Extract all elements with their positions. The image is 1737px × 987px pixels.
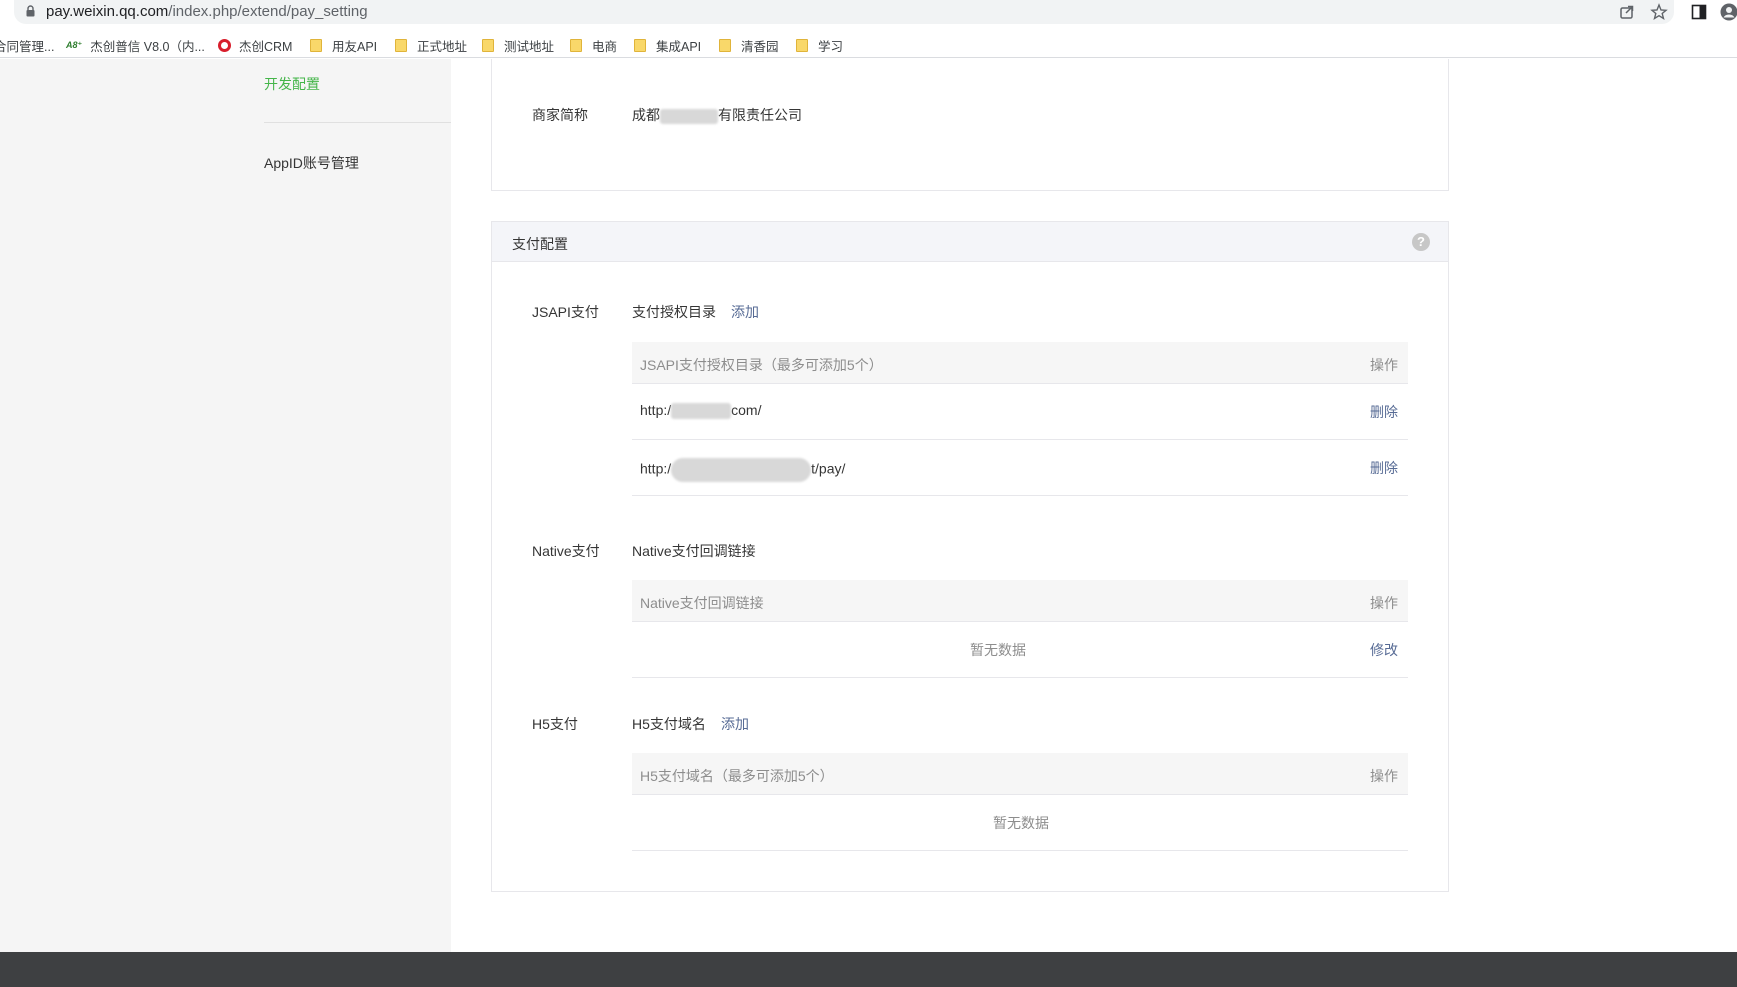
url-text[interactable]: pay.weixin.qq.com/index.php/extend/pay_s… xyxy=(46,3,368,20)
bookmark-label: 集成API xyxy=(656,40,702,54)
bookmark-label: 合同管理... xyxy=(0,40,55,54)
lock-icon xyxy=(26,5,35,17)
sidebar xyxy=(0,59,451,952)
a8-icon: A8⁺ xyxy=(66,40,83,50)
merchant-name-suffix: 有限责任公司 xyxy=(718,107,802,123)
column-header: JSAPI支付授权目录（最多可添加5个） xyxy=(640,357,883,373)
edit-link[interactable]: 修改 xyxy=(1370,640,1398,660)
help-icon[interactable]: ? xyxy=(1412,233,1430,251)
merchant-name-value: 成都 有限责任公司 xyxy=(632,105,802,125)
column-header-action: 操作 xyxy=(1370,595,1398,611)
delete-link[interactable]: 删除 xyxy=(1370,458,1398,478)
redacted-block xyxy=(671,458,812,482)
card-title: 支付配置 xyxy=(512,236,568,252)
jsapi-sub-label: 支付授权目录 xyxy=(632,304,716,320)
url-path: /index.php/extend/pay_setting xyxy=(168,3,368,20)
merchant-card xyxy=(491,59,1449,191)
bookmarks-bar: 合同管理... A8⁺ 杰创普信 V8.0（内... 杰创CRM 用友API 正式… xyxy=(0,30,1737,58)
bookmark-label: 杰创普信 V8.0（内... xyxy=(90,40,205,54)
merchant-name-prefix: 成都 xyxy=(632,107,660,123)
folder-icon xyxy=(482,39,494,52)
folder-icon xyxy=(310,39,322,52)
star-icon[interactable] xyxy=(1650,3,1668,21)
bookmark-label: 电商 xyxy=(592,40,618,54)
crm-icon xyxy=(218,39,231,52)
table-row: 暂无数据 xyxy=(632,795,1408,851)
h5-sub-label: H5支付域名 xyxy=(632,716,706,732)
bookmark-item[interactable]: A8⁺ 杰创普信 V8.0（内... xyxy=(66,36,205,55)
table-header: JSAPI支付授权目录（最多可添加5个） 操作 xyxy=(632,342,1408,384)
folder-icon xyxy=(395,39,407,52)
h5-add-link[interactable]: 添加 xyxy=(721,714,749,734)
table-row: http:/ t/pay/ 删除 xyxy=(632,440,1408,496)
side-panel-icon[interactable] xyxy=(1690,3,1708,21)
folder-icon xyxy=(570,39,582,52)
empty-text: 暂无数据 xyxy=(970,642,1026,658)
bookmark-label: 正式地址 xyxy=(417,40,468,54)
jsapi-directory: http:/ t/pay/ xyxy=(640,458,845,482)
bookmark-label: 杰创CRM xyxy=(239,40,293,54)
bookmark-item[interactable]: 用友API xyxy=(310,36,377,55)
merchant-name-label: 商家简称 xyxy=(532,107,588,123)
url-suffix: com/ xyxy=(731,402,762,418)
page-footer xyxy=(0,952,1737,987)
jsapi-add-link[interactable]: 添加 xyxy=(731,302,759,322)
native-label: Native支付 xyxy=(532,543,600,559)
column-header: Native支付回调链接 xyxy=(640,595,764,611)
sidebar-item-dev-config[interactable]: 开发配置 xyxy=(264,74,320,94)
jsapi-label: JSAPI支付 xyxy=(532,304,599,320)
url-prefix: http:/ xyxy=(640,402,672,418)
sidebar-divider xyxy=(264,122,451,123)
bookmark-label: 学习 xyxy=(818,40,844,54)
url-host: pay.weixin.qq.com xyxy=(46,3,169,20)
folder-icon xyxy=(796,39,808,52)
redacted-block xyxy=(671,403,732,420)
bookmark-item[interactable]: 合同管理... xyxy=(0,36,54,55)
jsapi-directory: http:/ com/ xyxy=(640,402,762,420)
table-row: 暂无数据 修改 xyxy=(632,622,1408,678)
sidebar-item-appid-management[interactable]: AppID账号管理 xyxy=(264,153,359,173)
table-header: Native支付回调链接 操作 xyxy=(632,580,1408,622)
bookmark-item[interactable]: 杰创CRM xyxy=(218,36,292,55)
bookmark-item[interactable]: 电商 xyxy=(570,36,617,55)
bookmark-label: 用友API xyxy=(332,40,378,54)
share-icon[interactable] xyxy=(1618,3,1636,21)
folder-icon xyxy=(634,39,646,52)
card-header: 支付配置 ? xyxy=(492,222,1448,262)
folder-icon xyxy=(719,39,731,52)
bookmark-item[interactable]: 正式地址 xyxy=(395,36,467,55)
delete-link[interactable]: 删除 xyxy=(1370,402,1398,422)
bookmark-item[interactable]: 测试地址 xyxy=(482,36,554,55)
redacted-block xyxy=(660,108,718,124)
url-prefix: http:/ xyxy=(640,460,672,477)
h5-label: H5支付 xyxy=(532,716,578,732)
bookmark-label: 清香园 xyxy=(741,40,779,54)
bookmark-label: 测试地址 xyxy=(504,40,555,54)
column-header-action: 操作 xyxy=(1370,768,1398,784)
native-sub-label: Native支付回调链接 xyxy=(632,543,756,559)
bookmark-item[interactable]: 学习 xyxy=(796,36,843,55)
browser-address-bar: pay.weixin.qq.com/index.php/extend/pay_s… xyxy=(0,0,1737,24)
column-header: H5支付域名（最多可添加5个） xyxy=(640,768,834,784)
table-header: H5支付域名（最多可添加5个） 操作 xyxy=(632,753,1408,795)
bookmark-item[interactable]: 清香园 xyxy=(719,36,779,55)
column-header-action: 操作 xyxy=(1370,357,1398,373)
url-suffix: t/pay/ xyxy=(811,460,846,477)
table-row: http:/ com/ 删除 xyxy=(632,384,1408,440)
profile-icon[interactable] xyxy=(1720,3,1737,21)
empty-text: 暂无数据 xyxy=(993,815,1049,831)
bookmark-item[interactable]: 集成API xyxy=(634,36,701,55)
